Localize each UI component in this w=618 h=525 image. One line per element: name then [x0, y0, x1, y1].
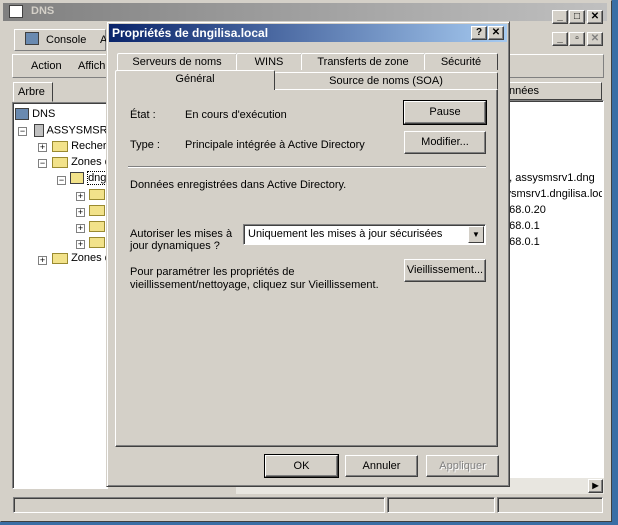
- tree-item-dngilisa[interactable]: dng: [70, 171, 108, 185]
- right-pane-rows: 3], assysmsrv1.dng sysmsrv1.dngilisa.loc…: [500, 172, 602, 252]
- expand-icon[interactable]: −: [38, 159, 47, 168]
- tree-item-subfolder[interactable]: [89, 236, 105, 248]
- tree-item-subfolder[interactable]: [89, 188, 105, 200]
- tab-transferts-de-zone[interactable]: Transferts de zone: [301, 53, 425, 70]
- expand-icon[interactable]: +: [76, 224, 85, 233]
- tree-label: ASSYSMSRV: [46, 124, 115, 137]
- minimize-button[interactable]: _: [552, 10, 568, 24]
- vieillissement-text-line1: Pour paramétrer les propriétés de: [130, 266, 295, 278]
- status-cell: [387, 497, 495, 513]
- tab-source-de-noms-soa[interactable]: Source de noms (SOA): [274, 72, 498, 89]
- tree-label: Zones d: [71, 252, 111, 264]
- mmc-title-text: DNS: [31, 5, 55, 17]
- expand-icon[interactable]: +: [38, 256, 47, 265]
- folder-icon: [89, 188, 105, 200]
- type-value: Principale intégrée à Active Directory: [185, 139, 365, 151]
- column-header-donnees: nnées: [509, 85, 539, 97]
- tree-item-zones-directes[interactable]: Zones d: [52, 156, 111, 168]
- dialog-close-button[interactable]: ✕: [488, 26, 504, 40]
- tree-item-zones-inverses[interactable]: Zones d: [52, 252, 111, 264]
- tab-label: WINS: [254, 56, 284, 68]
- donnees-ad-text: Données enregistrées dans Active Directo…: [130, 179, 347, 191]
- zone-icon: [70, 172, 84, 185]
- expand-icon[interactable]: +: [76, 240, 85, 249]
- right-pane: [498, 100, 604, 478]
- tab-label: Général: [175, 73, 215, 85]
- menu-console[interactable]: Console: [46, 34, 86, 46]
- expand-icon[interactable]: +: [38, 143, 47, 152]
- tab-active-joiner: [117, 88, 273, 91]
- chevron-down-icon[interactable]: ▼: [468, 226, 484, 243]
- close-button[interactable]: ✕: [587, 10, 603, 24]
- dns-app-icon: [9, 5, 23, 18]
- folder-icon: [89, 220, 105, 232]
- list-item[interactable]: .168.0.20: [500, 204, 602, 220]
- folder-icon: [52, 252, 68, 264]
- folder-icon: [89, 204, 105, 216]
- vieillissement-button[interactable]: Vieillissement...: [404, 259, 486, 282]
- maximize-button[interactable]: □: [569, 10, 585, 24]
- ok-button[interactable]: OK: [264, 454, 339, 478]
- console-icon: [25, 32, 39, 45]
- tree-item-subfolder[interactable]: [89, 220, 105, 232]
- etat-value: En cours d'exécution: [185, 109, 287, 121]
- modifier-button[interactable]: Modifier...: [404, 131, 486, 154]
- type-label: Type :: [130, 139, 160, 151]
- dialog-title: Propriétés de dngilisa.local: [112, 26, 269, 40]
- tree-item-recherche[interactable]: Recherc: [52, 140, 112, 152]
- folder-icon: [89, 236, 105, 248]
- tab-wins[interactable]: WINS: [236, 53, 302, 70]
- status-cell: [13, 497, 385, 513]
- tab-label: Sécurité: [440, 56, 482, 68]
- folder-open-icon: [52, 156, 68, 168]
- tree-label: DNS: [32, 108, 56, 120]
- maj-dynamiques-label-line1: Autoriser les mises à: [130, 228, 233, 240]
- maj-dynamiques-value: Uniquement les mises à jour sécurisées: [248, 228, 443, 240]
- tab-securite[interactable]: Sécurité: [424, 53, 498, 70]
- scroll-right-button[interactable]: ▶: [588, 479, 603, 493]
- tree-tab[interactable]: Arbre: [13, 82, 53, 102]
- child-close-button[interactable]: ✕: [587, 32, 603, 46]
- list-item[interactable]: sysmsrv1.dngilisa.loc: [500, 188, 602, 204]
- tree-label: Zones d: [71, 156, 111, 168]
- menu-action[interactable]: Action: [31, 60, 62, 72]
- vieillissement-text-line2: vieillissement/nettoyage, cliquez sur Vi…: [130, 279, 379, 291]
- mmc-titlebar[interactable]: DNS: [3, 3, 607, 21]
- expand-icon[interactable]: +: [76, 192, 85, 201]
- expand-icon[interactable]: −: [57, 176, 66, 185]
- child-restore-button[interactable]: ▫: [569, 32, 585, 46]
- separator: [128, 166, 486, 168]
- tab-serveurs-de-noms[interactable]: Serveurs de noms: [117, 53, 237, 70]
- folder-icon: [52, 140, 68, 152]
- list-item[interactable]: 3], assysmsrv1.dng: [500, 172, 602, 188]
- tree-tab-label: Arbre: [18, 86, 45, 98]
- dns-icon: [15, 108, 29, 121]
- etat-label: État :: [130, 109, 156, 121]
- tree-item-dns[interactable]: DNS: [15, 108, 56, 121]
- child-minimize-button[interactable]: _: [552, 32, 568, 46]
- pause-button[interactable]: Pause: [403, 100, 487, 125]
- tab-label: Serveurs de noms: [132, 56, 222, 68]
- list-item[interactable]: .168.0.1: [500, 220, 602, 236]
- appliquer-button[interactable]: Appliquer: [426, 455, 499, 477]
- annuler-button[interactable]: Annuler: [345, 455, 418, 477]
- expand-icon[interactable]: +: [76, 208, 85, 217]
- tree-item-server[interactable]: ASSYSMSRV: [34, 124, 115, 137]
- tab-label: Source de noms (SOA): [329, 75, 443, 87]
- help-button[interactable]: ?: [471, 26, 487, 40]
- server-icon: [34, 124, 44, 137]
- list-item[interactable]: .168.0.1: [500, 236, 602, 252]
- maj-dynamiques-select[interactable]: Uniquement les mises à jour sécurisées ▼: [243, 224, 486, 245]
- tab-label: Transferts de zone: [317, 56, 409, 68]
- maj-dynamiques-label-line2: jour dynamiques ?: [130, 240, 220, 252]
- expand-icon[interactable]: −: [18, 127, 27, 136]
- right-pane-header[interactable]: nnées: [498, 82, 602, 100]
- dialog-titlebar[interactable]: Propriétés de dngilisa.local: [109, 24, 507, 42]
- tab-general[interactable]: Général: [115, 70, 275, 90]
- tree-item-subfolder[interactable]: [89, 204, 105, 216]
- tree-label: dng: [87, 171, 108, 185]
- status-cell: [497, 497, 603, 513]
- menu-afficher[interactable]: Affich: [78, 60, 105, 72]
